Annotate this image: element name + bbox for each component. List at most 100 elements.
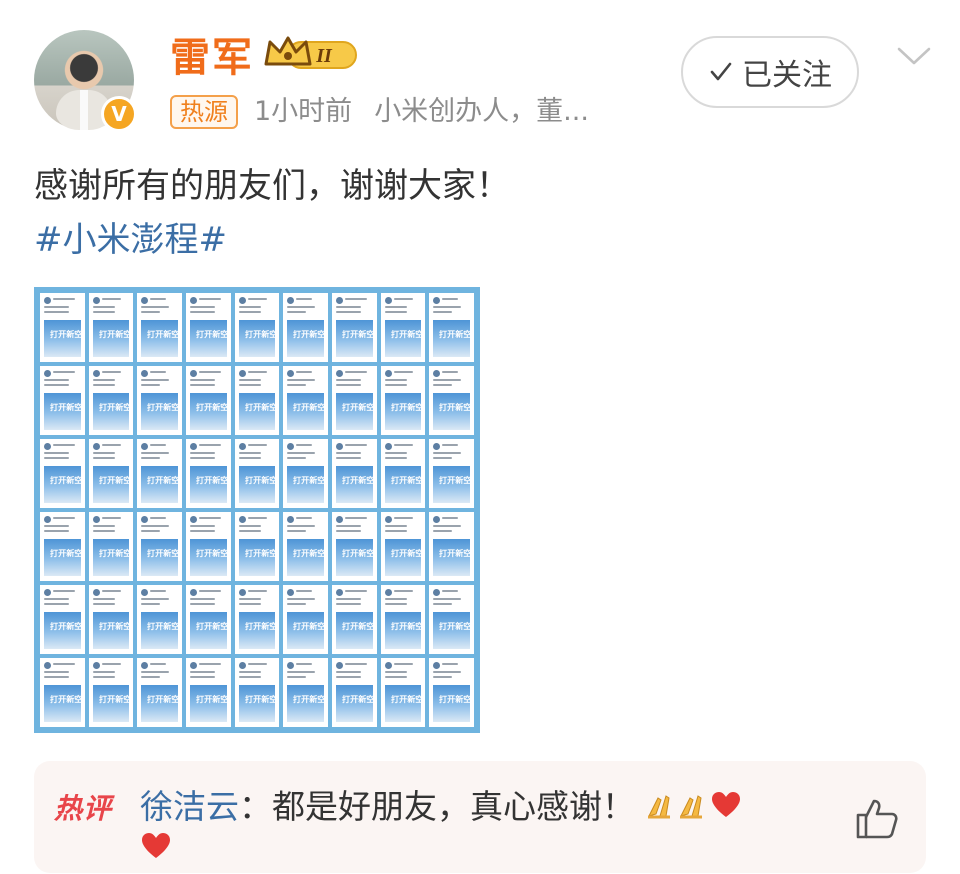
thumbnail-text-line bbox=[336, 384, 361, 386]
chevron-down-icon[interactable] bbox=[896, 44, 932, 72]
thumbnail-text-line bbox=[190, 311, 215, 313]
thumbnail-text-line bbox=[199, 371, 221, 373]
image-thumbnail[interactable]: 打开新空间 bbox=[429, 658, 474, 727]
thumbnail-poster: 打开新空间 bbox=[238, 612, 279, 649]
image-thumbnail[interactable]: 打开新空间 bbox=[186, 658, 231, 727]
poster-title: 打开新空间 bbox=[293, 476, 328, 486]
thumbnail-avatar bbox=[433, 370, 441, 377]
hashtag-link[interactable]: #小米澎程# bbox=[34, 218, 227, 262]
image-thumbnail[interactable]: 打开新空间 bbox=[186, 366, 231, 435]
thumbnail-text-line bbox=[141, 457, 161, 459]
image-thumbnail[interactable]: 打开新空间 bbox=[40, 439, 85, 508]
image-thumbnail[interactable]: 打开新空间 bbox=[429, 293, 474, 362]
image-thumbnail[interactable]: 打开新空间 bbox=[380, 585, 426, 654]
image-thumbnail[interactable]: 打开新空间 bbox=[429, 366, 474, 435]
image-thumbnail[interactable]: 打开新空间 bbox=[186, 439, 231, 508]
vip-crown-icon[interactable]: II bbox=[262, 34, 362, 78]
hot-comment[interactable]: 热评 徐洁云：都是好朋友，真心感谢！ bbox=[34, 761, 926, 873]
image-thumbnail[interactable]: 打开新空间 bbox=[283, 512, 328, 581]
thumbnail-text-line bbox=[433, 452, 462, 454]
thumbnail-text-line bbox=[44, 306, 69, 308]
thumbnail-poster: 打开新空间 bbox=[141, 320, 182, 357]
thumbnail-avatar bbox=[336, 370, 343, 377]
image-thumbnail[interactable]: 打开新空间 bbox=[332, 293, 377, 362]
thumbnail-avatar bbox=[44, 297, 51, 304]
thumbnail-poster: 打开新空间 bbox=[287, 393, 328, 430]
image-thumbnail[interactable]: 打开新空间 bbox=[283, 439, 328, 508]
image-thumbnail[interactable]: 打开新空间 bbox=[283, 658, 328, 727]
image-thumbnail[interactable]: 打开新空间 bbox=[234, 366, 280, 435]
image-grid[interactable]: 打开新空间打开新空间打开新空间打开新空间打开新空间打开新空间打开新空间打开新空间… bbox=[34, 287, 480, 733]
image-thumbnail[interactable]: 打开新空间 bbox=[88, 585, 134, 654]
image-thumbnail[interactable]: 打开新空间 bbox=[283, 366, 328, 435]
image-thumbnail[interactable]: 打开新空间 bbox=[234, 293, 280, 362]
poster-title: 打开新空间 bbox=[439, 330, 474, 340]
thumbnail-avatar bbox=[384, 297, 392, 304]
image-thumbnail[interactable]: 打开新空间 bbox=[380, 366, 426, 435]
image-thumbnail[interactable]: 打开新空间 bbox=[234, 439, 280, 508]
username[interactable]: 雷军 bbox=[170, 34, 254, 82]
image-thumbnail[interactable]: 打开新空间 bbox=[40, 366, 85, 435]
image-thumbnail[interactable]: 打开新空间 bbox=[88, 293, 134, 362]
image-thumbnail[interactable]: 打开新空间 bbox=[429, 585, 474, 654]
thumbnail-poster: 打开新空间 bbox=[92, 539, 133, 576]
image-thumbnail[interactable]: 打开新空间 bbox=[137, 585, 182, 654]
thumbnail-text-line bbox=[287, 676, 307, 678]
image-thumbnail[interactable]: 打开新空间 bbox=[429, 439, 474, 508]
image-thumbnail[interactable]: 打开新空间 bbox=[332, 585, 377, 654]
image-thumbnail[interactable]: 打开新空间 bbox=[137, 439, 182, 508]
image-thumbnail[interactable]: 打开新空间 bbox=[283, 293, 328, 362]
follow-button[interactable]: 已关注 bbox=[681, 36, 859, 108]
image-thumbnail[interactable]: 打开新空间 bbox=[380, 658, 426, 727]
image-thumbnail[interactable]: 打开新空间 bbox=[186, 293, 231, 362]
image-thumbnail[interactable]: 打开新空间 bbox=[137, 512, 182, 581]
thumbnail-avatar bbox=[287, 589, 295, 596]
image-thumbnail[interactable]: 打开新空间 bbox=[332, 658, 377, 727]
image-thumbnail[interactable]: 打开新空间 bbox=[40, 512, 85, 581]
image-thumbnail[interactable]: 打开新空间 bbox=[40, 658, 85, 727]
thumbnail-poster: 打开新空间 bbox=[287, 466, 328, 503]
image-thumbnail[interactable]: 打开新空间 bbox=[186, 512, 231, 581]
image-thumbnail[interactable]: 打开新空间 bbox=[88, 366, 134, 435]
image-thumbnail[interactable]: 打开新空间 bbox=[88, 439, 134, 508]
thumbnail-text-line bbox=[442, 371, 459, 373]
hot-tag[interactable]: 热源 bbox=[170, 95, 238, 129]
pray-emoji bbox=[678, 787, 710, 831]
image-thumbnail[interactable]: 打开新空间 bbox=[137, 366, 182, 435]
image-thumbnail[interactable]: 打开新空间 bbox=[234, 585, 280, 654]
poster-title: 打开新空间 bbox=[244, 330, 280, 340]
thumbnail-poster: 打开新空间 bbox=[44, 685, 85, 722]
image-thumbnail[interactable]: 打开新空间 bbox=[137, 293, 182, 362]
image-thumbnail[interactable]: 打开新空间 bbox=[137, 658, 182, 727]
image-thumbnail[interactable]: 打开新空间 bbox=[88, 512, 134, 581]
thumbnail-text-line bbox=[238, 671, 261, 673]
thumbnail-avatar bbox=[238, 662, 246, 669]
thumbnail-avatar bbox=[336, 443, 343, 450]
image-thumbnail[interactable]: 打开新空间 bbox=[234, 512, 280, 581]
image-thumbnail[interactable]: 打开新空间 bbox=[332, 366, 377, 435]
image-thumbnail[interactable]: 打开新空间 bbox=[234, 658, 280, 727]
image-thumbnail[interactable]: 打开新空间 bbox=[40, 585, 85, 654]
image-thumbnail[interactable]: 打开新空间 bbox=[88, 658, 134, 727]
thumbs-up-icon[interactable] bbox=[854, 797, 900, 845]
image-thumbnail[interactable]: 打开新空间 bbox=[186, 585, 231, 654]
image-thumbnail[interactable]: 打开新空间 bbox=[332, 439, 377, 508]
image-thumbnail[interactable]: 打开新空间 bbox=[380, 512, 426, 581]
image-thumbnail[interactable]: 打开新空间 bbox=[40, 293, 85, 362]
thumbnail-text-line bbox=[92, 525, 115, 527]
poster-title: 打开新空间 bbox=[439, 476, 474, 486]
comment-author[interactable]: 徐洁云 bbox=[140, 787, 239, 826]
thumbnail-text-line bbox=[44, 671, 69, 673]
thumbnail-text-line bbox=[442, 298, 459, 300]
poster-title: 打开新空间 bbox=[293, 622, 328, 632]
image-thumbnail[interactable]: 打开新空间 bbox=[380, 439, 426, 508]
image-thumbnail[interactable]: 打开新空间 bbox=[332, 512, 377, 581]
poster-title: 打开新空间 bbox=[390, 476, 426, 486]
image-thumbnail[interactable]: 打开新空间 bbox=[380, 293, 426, 362]
image-thumbnail[interactable]: 打开新空间 bbox=[283, 585, 328, 654]
thumbnail-avatar bbox=[336, 589, 343, 596]
thumbnail-poster: 打开新空间 bbox=[238, 466, 279, 503]
thumbnail-text-line bbox=[141, 311, 161, 313]
image-thumbnail[interactable]: 打开新空间 bbox=[429, 512, 474, 581]
thumbnail-avatar bbox=[92, 443, 100, 450]
